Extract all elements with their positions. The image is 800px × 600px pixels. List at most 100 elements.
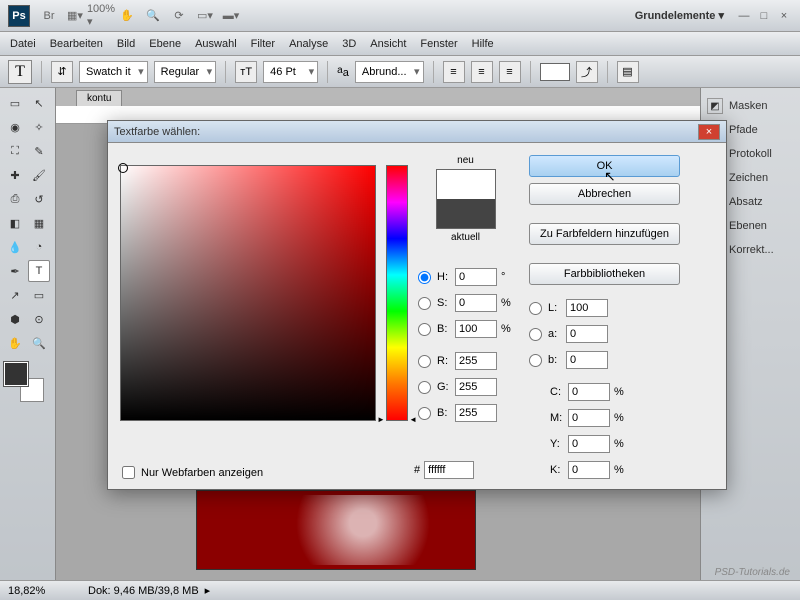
marquee-tool[interactable]: ▭ <box>4 92 26 114</box>
align-center-icon[interactable]: ≡ <box>471 61 493 83</box>
heal-tool[interactable]: ✚ <box>4 164 26 186</box>
type-tool[interactable]: T <box>28 260 50 282</box>
web-colors-toggle[interactable]: Nur Webfarben anzeigen <box>122 466 263 479</box>
b2-radio[interactable] <box>418 407 431 420</box>
screen-icon[interactable]: ▭▾ <box>195 6 215 26</box>
color-libs-button[interactable]: Farbbibliotheken <box>529 263 680 285</box>
menu-filter[interactable]: Filter <box>251 38 275 50</box>
menu-3d[interactable]: 3D <box>342 38 356 50</box>
s-radio[interactable] <box>418 297 431 310</box>
rotate-icon[interactable]: ⟳ <box>169 6 189 26</box>
hand-tool[interactable]: ✋ <box>4 332 26 354</box>
web-checkbox[interactable] <box>122 466 135 479</box>
wand-tool[interactable]: ✧ <box>28 116 50 138</box>
panel-masken[interactable]: ◩Masken <box>707 94 794 118</box>
ok-button[interactable]: OK <box>529 155 680 177</box>
l-radio[interactable] <box>529 302 542 315</box>
font-style-dropdown[interactable]: Regular <box>154 61 217 83</box>
history-brush-tool[interactable]: ↺ <box>28 188 50 210</box>
extras-icon[interactable]: ▬▾ <box>221 6 241 26</box>
menu-fenster[interactable]: Fenster <box>420 38 457 50</box>
b3-label: b: <box>548 354 562 366</box>
menu-auswahl[interactable]: Auswahl <box>195 38 237 50</box>
arrange-icon[interactable]: ▦▾ <box>65 6 85 26</box>
g-radio[interactable] <box>418 381 431 394</box>
h-radio[interactable] <box>418 271 431 284</box>
color-swatches[interactable] <box>4 362 44 402</box>
lasso-tool[interactable]: ◉ <box>4 116 26 138</box>
a-input[interactable] <box>566 325 608 343</box>
menu-datei[interactable]: Datei <box>10 38 36 50</box>
zoom-level[interactable]: 100% ▾ <box>91 6 111 26</box>
antialias-dropdown[interactable]: Abrund... <box>355 61 424 83</box>
zoom-readout[interactable]: 18,82% <box>8 585 58 597</box>
move-tool[interactable]: ↖ <box>28 92 50 114</box>
eyedropper-tool[interactable]: ✎ <box>28 140 50 162</box>
menu-ansicht[interactable]: Ansicht <box>370 38 406 50</box>
menu-bearbeiten[interactable]: Bearbeiten <box>50 38 103 50</box>
menu-hilfe[interactable]: Hilfe <box>472 38 494 50</box>
dodge-tool[interactable]: ◔ <box>28 236 50 258</box>
3d-cam-tool[interactable]: ⊙ <box>28 308 50 330</box>
b-radio[interactable] <box>418 323 431 336</box>
zoom-icon[interactable]: 🔍 <box>143 6 163 26</box>
blur-tool[interactable]: 💧 <box>4 236 26 258</box>
shape-tool[interactable]: ▭ <box>28 284 50 306</box>
warp-icon[interactable]: ⤴ <box>576 61 598 83</box>
g-input[interactable] <box>455 378 497 396</box>
minimize-icon[interactable]: — <box>736 8 752 24</box>
hue-slider[interactable] <box>386 165 408 421</box>
dialog-titlebar[interactable]: Textfarbe wählen: × <box>108 121 726 143</box>
color-compare[interactable] <box>436 169 496 229</box>
document-tab[interactable]: kontu <box>76 90 122 106</box>
brush-tool[interactable]: 🖌 <box>28 164 50 186</box>
maximize-icon[interactable]: □ <box>756 8 772 24</box>
crop-tool[interactable]: ⛶ <box>4 140 26 162</box>
gradient-tool[interactable]: ▦ <box>28 212 50 234</box>
chevron-right-icon[interactable]: ▸ <box>205 584 211 597</box>
3d-tool[interactable]: ⬢ <box>4 308 26 330</box>
a-radio[interactable] <box>529 328 542 341</box>
b2-input[interactable] <box>455 404 497 422</box>
b-input[interactable] <box>455 320 497 338</box>
menu-bild[interactable]: Bild <box>117 38 135 50</box>
pen-tool[interactable]: ✒ <box>4 260 26 282</box>
close-icon[interactable]: × <box>776 8 792 24</box>
h-input[interactable] <box>455 268 497 286</box>
orientation-icon[interactable]: ⇵ <box>51 61 73 83</box>
bridge-icon[interactable]: Br <box>39 6 59 26</box>
menu-analyse[interactable]: Analyse <box>289 38 328 50</box>
hex-input[interactable] <box>424 461 474 479</box>
path-tool[interactable]: ↗ <box>4 284 26 306</box>
m-input[interactable] <box>568 409 610 427</box>
color-field[interactable] <box>120 165 376 421</box>
r-radio[interactable] <box>418 355 431 368</box>
b3-radio[interactable] <box>529 354 542 367</box>
c-input[interactable] <box>568 383 610 401</box>
l-input[interactable] <box>566 299 608 317</box>
a-label: a: <box>548 328 562 340</box>
text-color-swatch[interactable] <box>540 63 570 81</box>
panel-toggle-icon[interactable]: ▤ <box>617 61 639 83</box>
hash-label: # <box>414 464 420 476</box>
cancel-button[interactable]: Abbrechen <box>529 183 680 205</box>
y-input[interactable] <box>568 435 610 453</box>
hand-icon[interactable]: ✋ <box>117 6 137 26</box>
k-input[interactable] <box>568 461 610 479</box>
align-right-icon[interactable]: ≡ <box>499 61 521 83</box>
r-input[interactable] <box>455 352 497 370</box>
close-button[interactable]: × <box>698 124 720 140</box>
zoom-tool[interactable]: 🔍 <box>28 332 50 354</box>
font-family-dropdown[interactable]: Swatch it <box>79 61 148 83</box>
tool-preset-icon[interactable]: T <box>8 60 32 84</box>
s-input[interactable] <box>455 294 497 312</box>
workspace-switcher[interactable]: Grundelemente ▾ <box>635 9 724 22</box>
add-swatch-button[interactable]: Zu Farbfeldern hinzufügen <box>529 223 680 245</box>
stamp-tool[interactable]: ⎙ <box>4 188 26 210</box>
doc-info[interactable]: Dok: 9,46 MB/39,8 MB <box>88 585 199 597</box>
align-left-icon[interactable]: ≡ <box>443 61 465 83</box>
font-size-dropdown[interactable]: 46 Pt <box>263 61 318 83</box>
menu-ebene[interactable]: Ebene <box>149 38 181 50</box>
eraser-tool[interactable]: ◧ <box>4 212 26 234</box>
b3-input[interactable] <box>566 351 608 369</box>
